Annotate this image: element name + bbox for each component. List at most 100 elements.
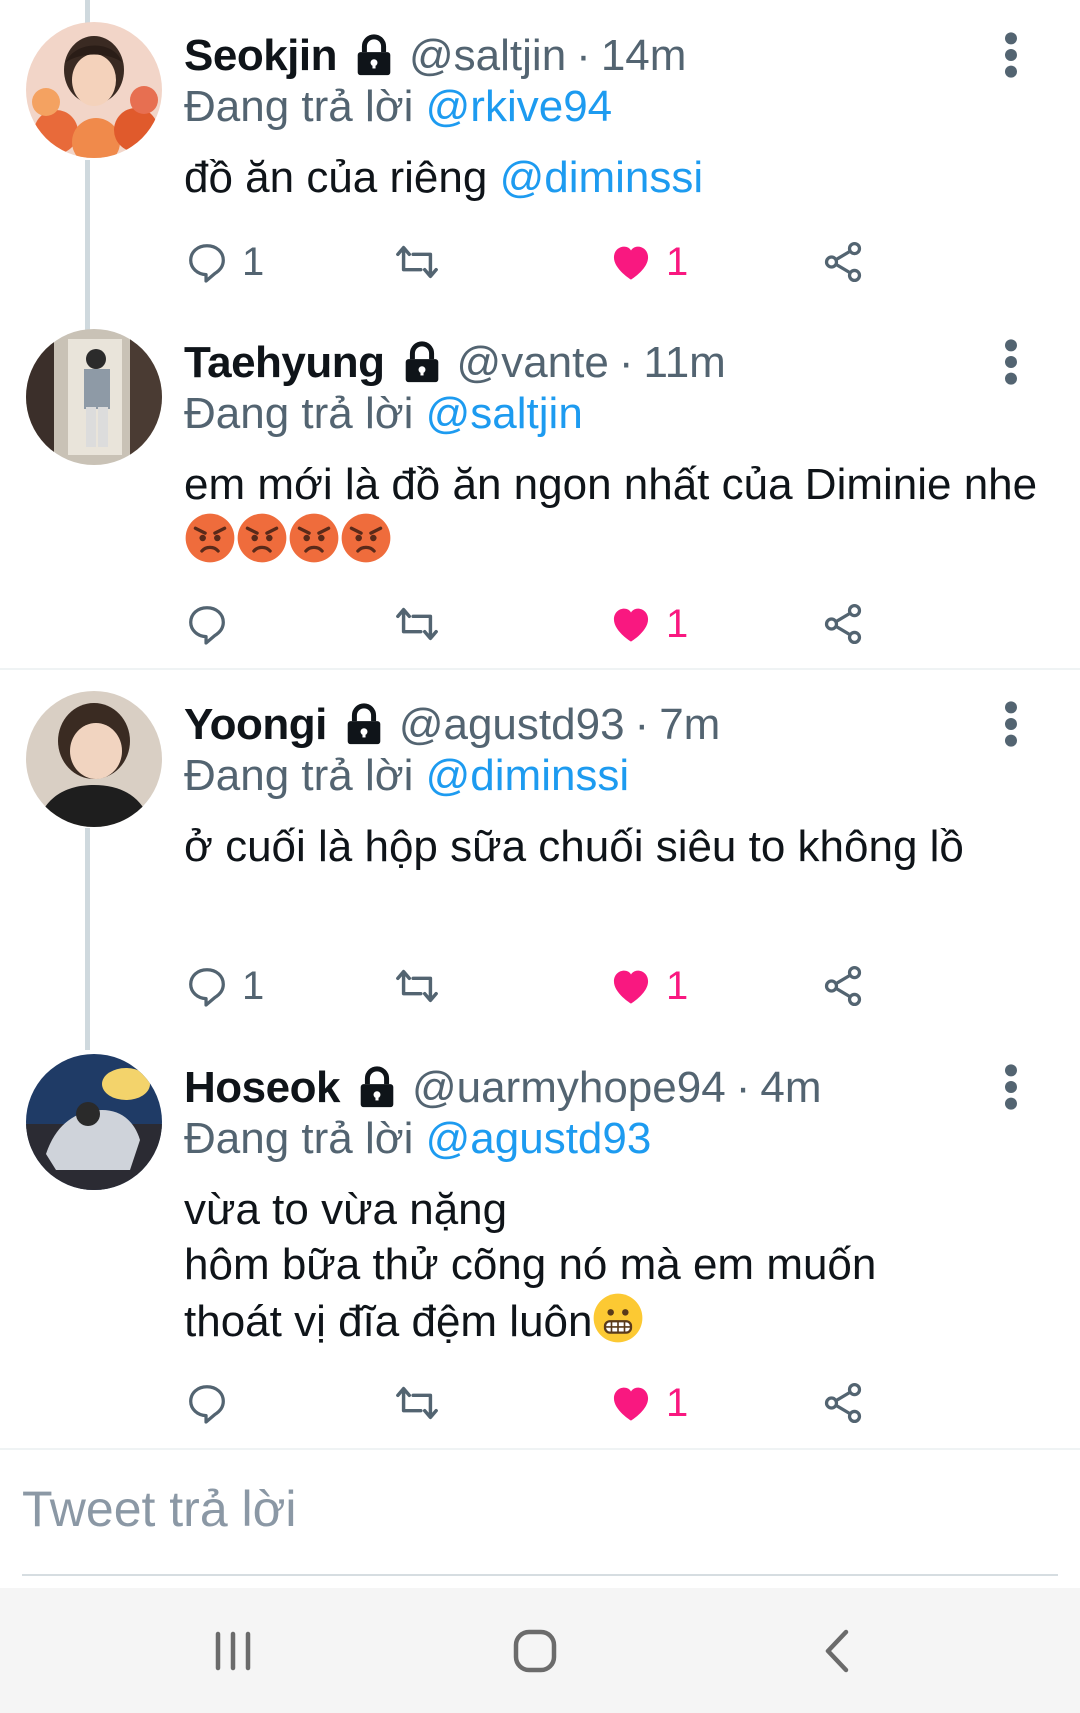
more-vertical-icon[interactable]: [996, 1062, 1026, 1112]
retweet-icon: [394, 963, 440, 1009]
mention-link[interactable]: @rkive94: [426, 82, 613, 131]
username-handle[interactable]: @saltjin: [409, 31, 566, 81]
reply-thread: Seokjin @saltjin · 14m Đang trả lời @rki…: [0, 0, 1080, 1450]
retweet-button[interactable]: [394, 232, 452, 292]
tweet-text: vừa to vừa nặng hôm bữa thử cõng nó mà e…: [184, 1182, 1044, 1349]
replying-to: Đang trả lời @agustd93: [184, 1114, 651, 1164]
tweet-text: em mới là đồ ăn ngon nhất của Diminie nh…: [184, 457, 1044, 569]
share-button[interactable]: [820, 956, 866, 1016]
angry-face-emoji: [184, 512, 236, 564]
mention-link[interactable]: @diminssi: [426, 751, 630, 800]
tweet[interactable]: Yoongi @agustd93 · 7m Đang trả lời @dimi…: [0, 669, 1080, 1029]
tweet-header: Hoseok @uarmyhope94 · 4m: [184, 1056, 821, 1120]
reply-composer[interactable]: Tweet trả lời: [0, 1452, 1080, 1576]
replying-to-label: Đang trả lời: [184, 1114, 414, 1163]
reply-count: 1: [242, 239, 265, 284]
retweet-button[interactable]: [394, 956, 452, 1016]
replying-to: Đang trả lời @rkive94: [184, 82, 612, 132]
separator: ·: [618, 338, 634, 387]
display-name[interactable]: Hoseok: [184, 1063, 340, 1113]
heart-filled-icon: [608, 601, 654, 647]
display-name[interactable]: Seokjin: [184, 31, 338, 81]
tweet-actions: 1: [184, 594, 884, 654]
like-count: 1: [666, 963, 689, 1008]
reply-button[interactable]: [184, 1373, 242, 1433]
replying-to: Đang trả lời @saltjin: [184, 389, 583, 439]
retweet-icon: [394, 601, 440, 647]
share-button[interactable]: [820, 1373, 866, 1433]
like-button[interactable]: 1: [608, 956, 688, 1016]
heart-filled-icon: [608, 239, 654, 285]
lock-icon: [351, 33, 397, 79]
like-button[interactable]: 1: [608, 594, 688, 654]
lock-icon: [341, 702, 387, 748]
more-vertical-icon[interactable]: [996, 699, 1026, 749]
reply-count: 1: [242, 963, 265, 1008]
retweet-button[interactable]: [394, 1373, 452, 1433]
reply-input-placeholder[interactable]: Tweet trả lời: [22, 1480, 297, 1538]
username-handle[interactable]: @agustd93: [399, 700, 625, 750]
like-button[interactable]: 1: [608, 232, 688, 292]
reply-icon: [184, 239, 230, 285]
like-count: 1: [666, 239, 689, 284]
back-icon[interactable]: [804, 1616, 874, 1686]
more-vertical-icon[interactable]: [996, 337, 1026, 387]
share-button[interactable]: [820, 594, 866, 654]
separator: ·: [576, 31, 591, 80]
like-button[interactable]: 1: [608, 1373, 688, 1433]
tweet[interactable]: Hoseok @uarmyhope94 · 4m Đang trả lời @a…: [0, 1032, 1080, 1448]
grimacing-face-emoji: [592, 1292, 644, 1344]
tweet-actions: 1 1: [184, 956, 884, 1016]
angry-face-emoji: [340, 512, 392, 564]
replying-to: Đang trả lời @diminssi: [184, 751, 629, 801]
share-button[interactable]: [820, 232, 866, 292]
replying-to-label: Đang trả lời: [184, 82, 414, 131]
more-vertical-icon[interactable]: [996, 30, 1026, 80]
display-name[interactable]: Taehyung: [184, 338, 385, 388]
angry-face-emoji: [236, 512, 288, 564]
tweet-actions: 1: [184, 1373, 884, 1433]
like-count: 1: [666, 1380, 689, 1425]
tweet-actions: 1 1: [184, 232, 884, 292]
reply-button[interactable]: 1: [184, 956, 264, 1016]
reply-button[interactable]: [184, 594, 242, 654]
home-icon[interactable]: [500, 1616, 570, 1686]
angry-face-emoji: [288, 512, 340, 564]
composer-underline: [22, 1574, 1058, 1576]
avatar[interactable]: [26, 22, 162, 158]
retweet-button[interactable]: [394, 594, 452, 654]
tweet-text: ở cuối là hộp sữa chuối siêu to không lồ: [184, 819, 1044, 874]
like-count: 1: [666, 601, 689, 646]
timestamp[interactable]: 7m: [659, 700, 720, 750]
lock-icon: [399, 340, 445, 386]
tweet-text-content: thoát vị đĩa đệm luôn: [184, 1297, 593, 1346]
mention-link[interactable]: @saltjin: [426, 389, 583, 438]
tweet[interactable]: Seokjin @saltjin · 14m Đang trả lời @rki…: [0, 0, 1080, 308]
timestamp[interactable]: 11m: [644, 338, 726, 388]
share-icon: [820, 963, 866, 1009]
separator: ·: [735, 1063, 751, 1112]
timestamp[interactable]: 4m: [760, 1063, 821, 1113]
username-handle[interactable]: @uarmyhope94: [412, 1063, 726, 1113]
tweet-header: Seokjin @saltjin · 14m: [184, 24, 686, 88]
replying-to-label: Đang trả lời: [184, 389, 414, 438]
share-icon: [820, 1380, 866, 1426]
avatar[interactable]: [26, 329, 162, 465]
mention-link[interactable]: @diminssi: [500, 153, 704, 202]
reply-icon: [184, 1380, 230, 1426]
tweet-text-line-last: thoát vị đĩa đệm luôn: [184, 1292, 1044, 1349]
display-name[interactable]: Yoongi: [184, 700, 327, 750]
tweet[interactable]: Taehyung @vante · 11m Đang trả lời @salt…: [0, 307, 1080, 667]
retweet-icon: [394, 239, 440, 285]
recent-apps-icon[interactable]: [198, 1616, 268, 1686]
avatar[interactable]: [26, 691, 162, 827]
avatar[interactable]: [26, 1054, 162, 1190]
reply-button[interactable]: 1: [184, 232, 264, 292]
timestamp[interactable]: 14m: [601, 31, 687, 81]
heart-filled-icon: [608, 963, 654, 1009]
tweet-text-line: hôm bữa thử cõng nó mà em muốn: [184, 1240, 877, 1289]
separator: ·: [634, 700, 650, 749]
username-handle[interactable]: @vante: [457, 338, 609, 388]
replying-to-label: Đang trả lời: [184, 751, 414, 800]
mention-link[interactable]: @agustd93: [426, 1114, 652, 1163]
